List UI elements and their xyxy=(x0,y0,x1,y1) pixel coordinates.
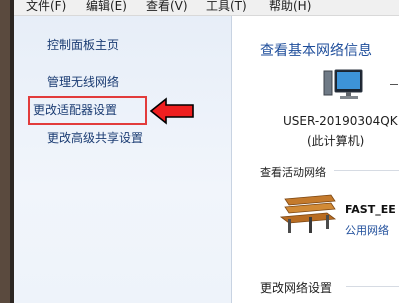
active-networks-heading: 查看活动网络 xyxy=(260,166,326,179)
red-arrow-icon xyxy=(149,97,194,125)
menu-tools[interactable]: 工具(T) xyxy=(206,0,247,14)
computer-name: USER-20190304QK xyxy=(283,114,398,128)
computer-icon xyxy=(323,69,363,99)
computer-note: (此计算机) xyxy=(307,134,365,148)
nav-change-adapter-settings[interactable]: 更改适配器设置 xyxy=(33,103,117,117)
network-name: FAST_EE xyxy=(345,203,396,216)
nav-manage-wireless[interactable]: 管理无线网络 xyxy=(47,75,119,89)
menu-bar: 文件(F) 编辑(E) 查看(V) 工具(T) 帮助(H) xyxy=(14,0,399,16)
menu-file[interactable]: 文件(F) xyxy=(26,0,66,14)
section-separator-2 xyxy=(346,286,399,287)
section-separator xyxy=(334,170,399,171)
menu-help[interactable]: 帮助(H) xyxy=(269,0,311,14)
left-task-pane xyxy=(14,16,231,303)
nav-change-advanced-sharing[interactable]: 更改高级共享设置 xyxy=(47,131,143,145)
public-network-bench-icon xyxy=(279,194,337,233)
connection-line xyxy=(390,84,398,85)
network-type-link[interactable]: 公用网络 xyxy=(345,222,389,238)
page-title: 查看基本网络信息 xyxy=(260,43,372,59)
menu-view[interactable]: 查看(V) xyxy=(146,0,188,14)
menu-edit[interactable]: 编辑(E) xyxy=(86,0,127,14)
nav-control-panel-home[interactable]: 控制面板主页 xyxy=(47,38,119,52)
change-network-settings-heading: 更改网络设置 xyxy=(260,281,333,295)
